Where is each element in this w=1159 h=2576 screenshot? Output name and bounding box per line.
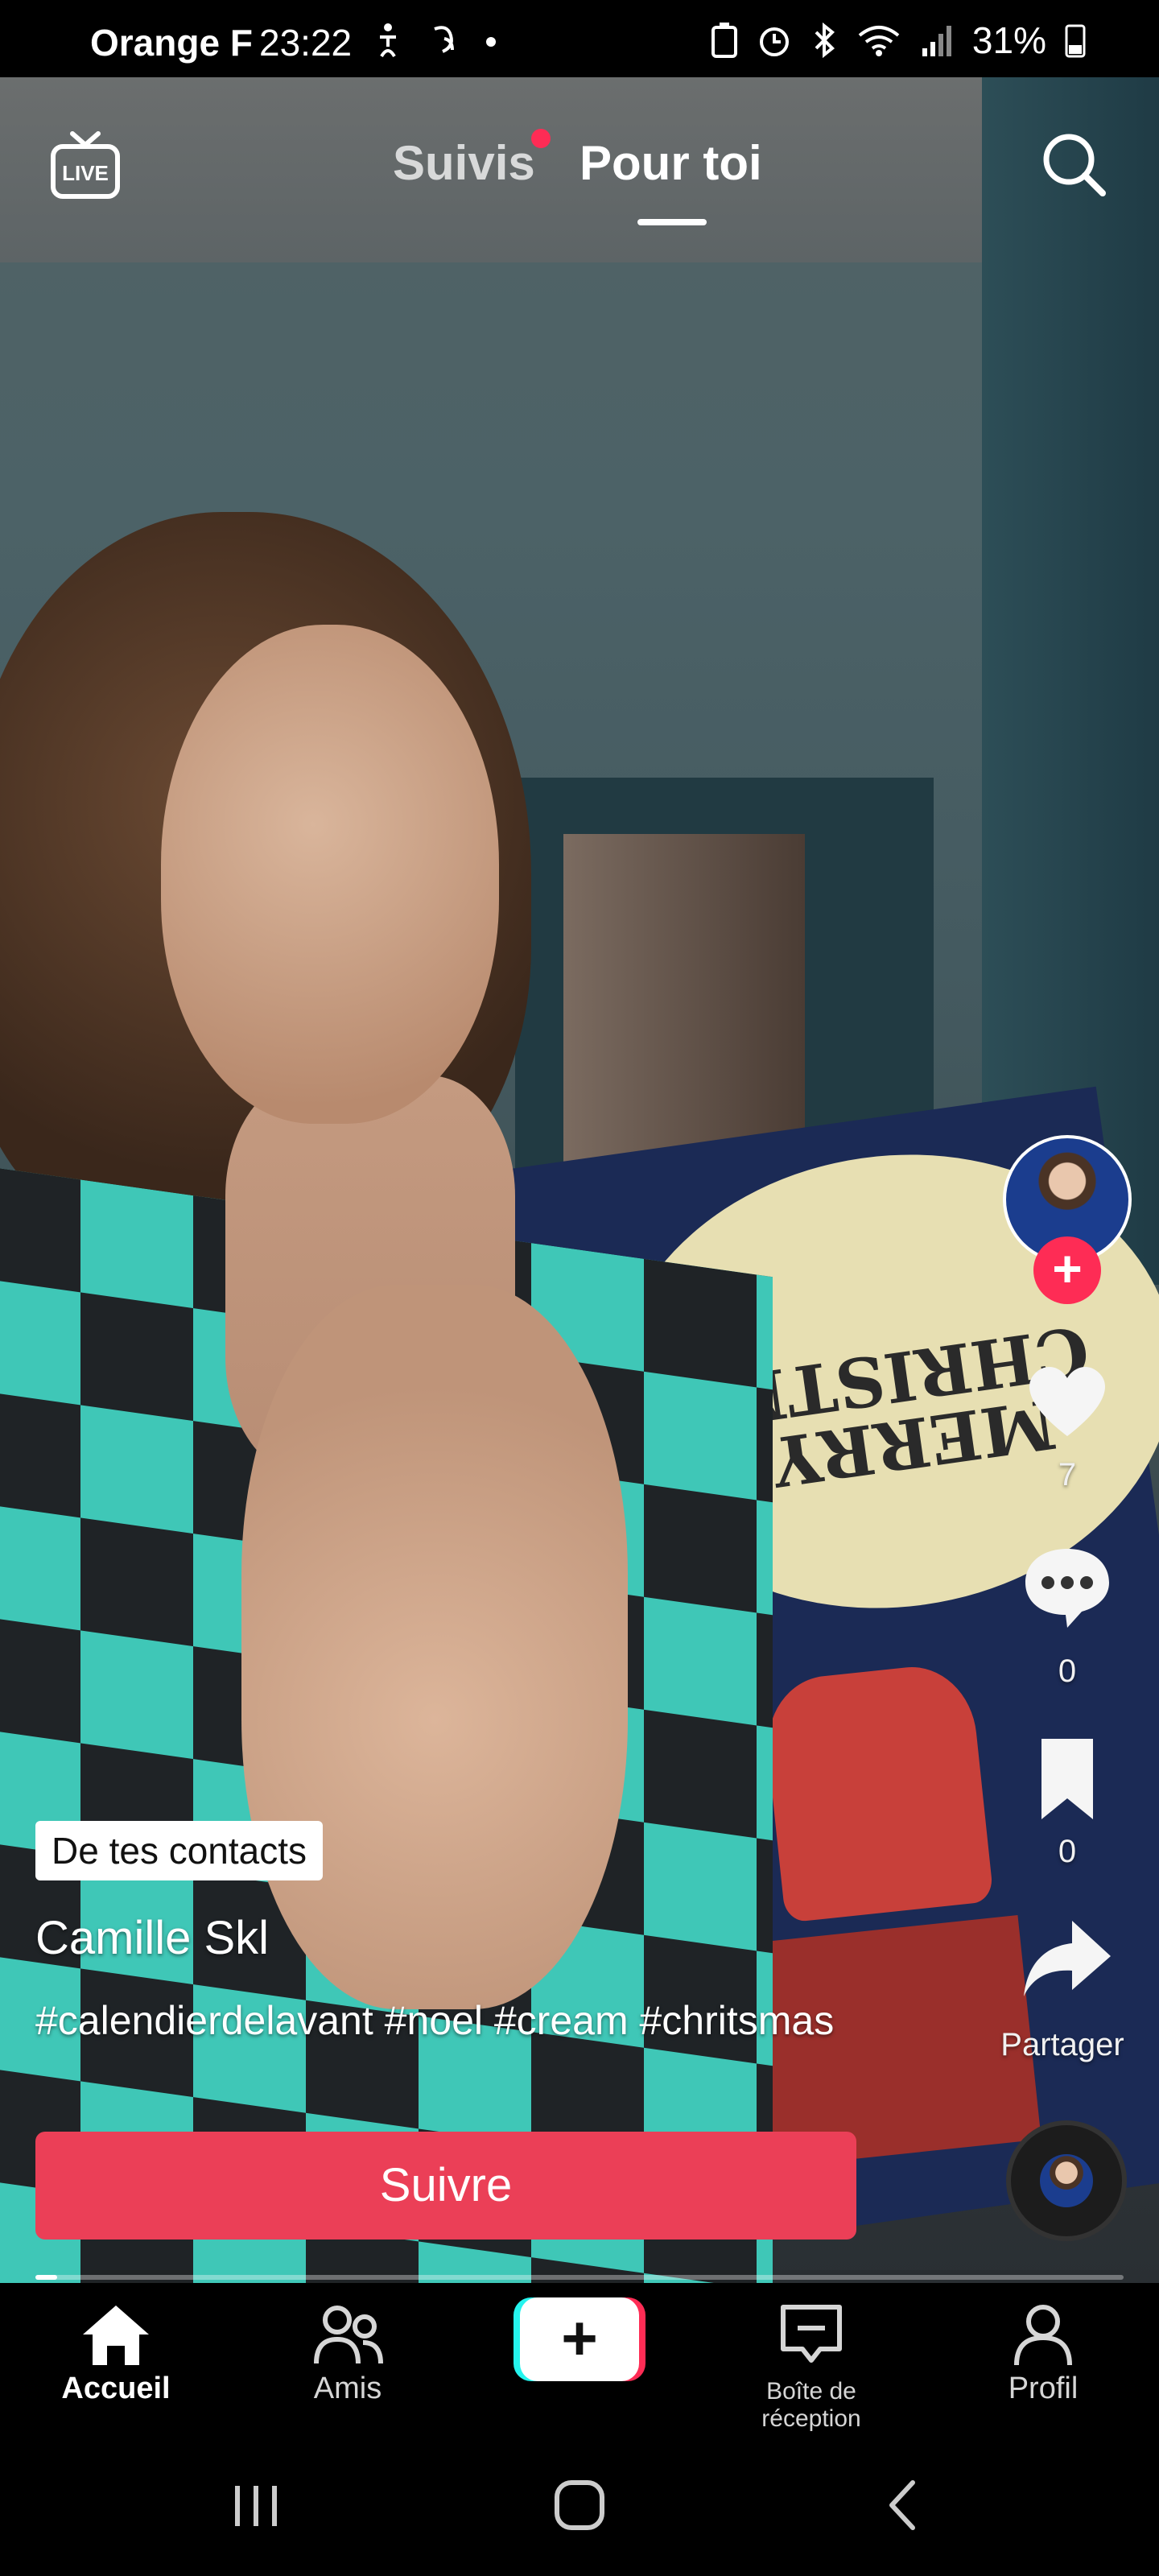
follow-button[interactable]: Suivre (35, 2132, 856, 2240)
nav-inbox[interactable]: Boîte de réception (715, 2302, 908, 2433)
nav-home-label: Accueil (61, 2372, 171, 2405)
search-button[interactable] (1038, 129, 1109, 200)
back-chevron-icon (889, 2480, 915, 2530)
recent-apps-icon (235, 2486, 277, 2526)
tab-for-you[interactable]: Pour toi (580, 135, 762, 191)
accessibility-icon (380, 23, 396, 58)
clock: 23:22 (259, 22, 353, 64)
search-icon (1043, 134, 1106, 196)
comment-count: 0 (1058, 1653, 1077, 1689)
save-count: 0 (1058, 1834, 1077, 1869)
comment-icon (1025, 1549, 1109, 1628)
person-chest (241, 1285, 628, 2009)
status-notification-icons (370, 21, 499, 60)
nav-friends[interactable]: Amis (251, 2302, 444, 2406)
nav-profile[interactable]: Profil (947, 2302, 1140, 2406)
tab-following[interactable]: Suivis (393, 135, 535, 191)
comment-button[interactable] (1019, 1538, 1116, 1634)
heart-icon (1029, 1367, 1105, 1436)
status-bar: Orange F 23:22 31% (0, 0, 1159, 77)
recent-apps-button[interactable] (224, 2473, 288, 2537)
back-button[interactable] (871, 2473, 935, 2537)
music-disc[interactable] (1006, 2120, 1127, 2241)
alarm-icon (759, 27, 789, 56)
profile-icon (1014, 2305, 1072, 2366)
battery-icon (1065, 24, 1086, 58)
live-tv-icon: LIVE (51, 131, 120, 199)
more-dot-icon (486, 37, 496, 47)
live-label: LIVE (62, 161, 109, 185)
app-notification-icon (434, 26, 454, 53)
home-system-button[interactable] (547, 2473, 612, 2537)
nav-friends-label: Amis (313, 2372, 382, 2405)
share-arrow-icon (1024, 1921, 1111, 1996)
carrier-name: Orange F (90, 22, 253, 64)
tab-active-indicator (637, 219, 707, 225)
following-notification-dot (531, 129, 551, 148)
friends-icon (314, 2306, 383, 2364)
music-disc-avatar (1040, 2154, 1093, 2207)
follow-plus-button[interactable]: + (1033, 1236, 1101, 1304)
nav-inbox-label: Boîte de réception (761, 2378, 861, 2432)
plus-icon: + (520, 2297, 639, 2381)
inbox-icon (781, 2305, 842, 2363)
person-face (161, 625, 499, 1124)
santa-figure (761, 1661, 994, 1923)
creator-username[interactable]: Camille Skl (35, 1911, 269, 1965)
wifi-icon (858, 26, 900, 56)
video-progress-fill (35, 2275, 58, 2280)
video-caption[interactable]: #calendierdelavant #noel #cream #chritsm… (35, 1992, 921, 2050)
contacts-badge: De tes contacts (35, 1821, 324, 1880)
bookmark-icon (1041, 1739, 1093, 1819)
share-button[interactable] (1019, 1913, 1116, 2009)
live-button[interactable]: LIVE (48, 129, 122, 203)
save-button[interactable] (1019, 1731, 1116, 1827)
like-count: 7 (1058, 1457, 1077, 1492)
nav-profile-label: Profil (1008, 2372, 1079, 2405)
battery-saver-icon (711, 23, 737, 58)
signal-icon (922, 26, 951, 56)
status-system-icons: 31% (710, 19, 1087, 61)
nav-home[interactable]: Accueil (19, 2302, 212, 2406)
like-button[interactable] (1019, 1352, 1116, 1449)
home-square-icon (555, 2480, 604, 2530)
bluetooth-icon (815, 22, 835, 59)
create-button[interactable]: + (514, 2297, 645, 2381)
home-icon (83, 2306, 149, 2365)
share-label: Partager (1000, 2027, 1124, 2062)
system-nav-bar (0, 2433, 1159, 2576)
battery-percent: 31% (971, 19, 1046, 61)
video-progress-bar[interactable] (35, 2275, 1124, 2280)
